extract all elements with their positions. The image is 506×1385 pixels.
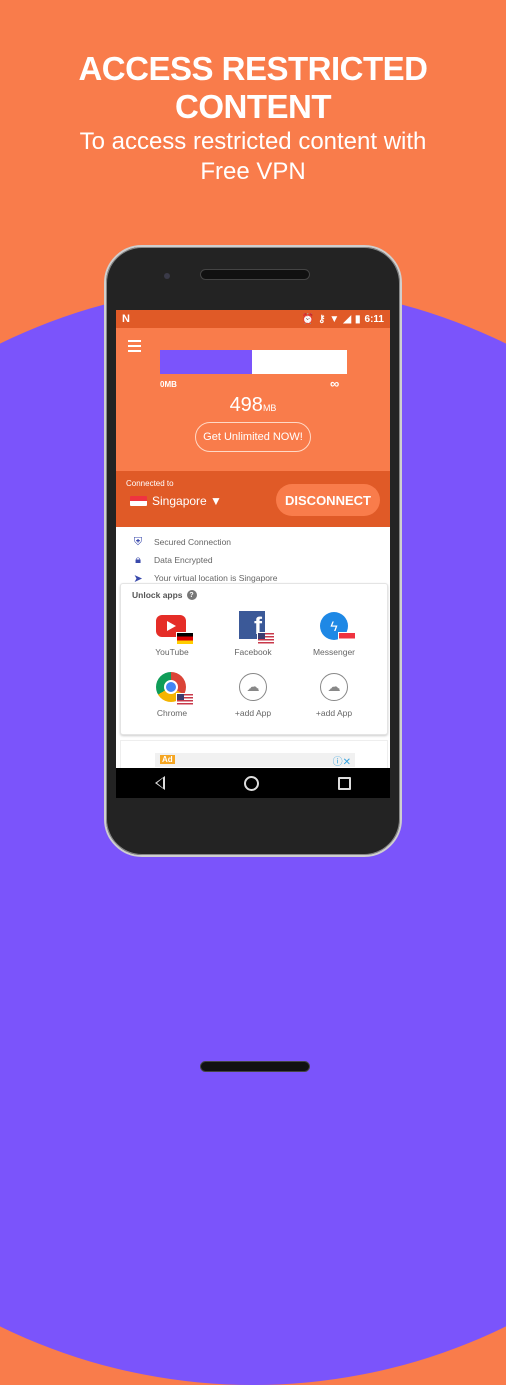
lock-icon: 🔒︎	[135, 553, 141, 566]
status-text: Your virtual location is Singapore	[154, 573, 278, 583]
ad-banner[interactable]: Ad ⓘ✕	[155, 753, 355, 768]
status-text: Data Encrypted	[154, 555, 213, 565]
country-selector[interactable]: Singapore ▼	[130, 494, 222, 508]
usa-flag-icon	[176, 693, 194, 706]
bottom-speaker	[200, 1061, 310, 1072]
germany-flag-icon	[176, 632, 194, 645]
usa-flag-icon	[257, 632, 275, 645]
connected-to-label: Connected to	[126, 479, 174, 488]
battery-icon: ▮	[355, 313, 361, 325]
connection-status-list: ⛨ Secured Connection 🔒︎ Data Encrypted ➤…	[116, 527, 390, 587]
signal-icon: ◢	[343, 313, 352, 325]
usage-value: 498MB	[116, 394, 390, 417]
app-youtube[interactable]: YouTube	[132, 611, 212, 657]
app-label: Facebook	[234, 647, 272, 657]
notification-n-icon: N	[122, 313, 130, 325]
usage-progress-fill	[160, 350, 252, 374]
earpiece-speaker	[200, 269, 310, 280]
app-label: YouTube	[155, 647, 189, 657]
singapore-flag-icon	[130, 496, 147, 506]
add-app-button[interactable]: ☁ +add App	[294, 672, 374, 718]
recent-apps-icon[interactable]	[337, 776, 351, 790]
usage-unit: MB	[262, 403, 277, 413]
menu-icon[interactable]	[128, 340, 141, 355]
cloud-add-icon: ☁	[239, 673, 267, 701]
app-label: +add App	[315, 708, 353, 718]
app-label: Chrome	[156, 708, 188, 718]
get-unlimited-button[interactable]: Get Unlimited NOW!	[195, 422, 311, 452]
alarm-icon: ⏰	[301, 313, 315, 325]
home-icon[interactable]	[243, 775, 259, 791]
usage-panel: 0MB ∞ 498MB Get Unlimited NOW!	[116, 328, 390, 471]
clock: 6:11	[364, 313, 384, 325]
status-bar: N ⏰ ⚷ ▼ ◢ ▮ 6:11	[116, 310, 390, 328]
app-chrome[interactable]: Chrome	[132, 672, 212, 718]
app-facebook[interactable]: f Facebook	[213, 611, 293, 657]
promo-subline: To access restricted content with Free V…	[0, 127, 506, 187]
promo-subline-line1: To access restricted content with	[79, 128, 427, 155]
unlock-apps-card: Unlock apps ? YouTube f Facebook ϟ Messe…	[120, 583, 388, 735]
app-screen: N ⏰ ⚷ ▼ ◢ ▮ 6:11 0MB ∞ 498MB Get Unlimit…	[116, 310, 390, 797]
unlock-apps-label: Unlock apps	[132, 590, 183, 600]
app-label: +add App	[234, 708, 272, 718]
help-icon[interactable]: ?	[186, 590, 197, 600]
ad-badge: Ad	[160, 755, 175, 764]
ad-info-close-icon[interactable]: ⓘ✕	[333, 753, 351, 768]
usage-min-label: 0MB	[160, 380, 177, 389]
back-icon[interactable]	[155, 776, 166, 790]
add-app-button[interactable]: ☁ +add App	[213, 672, 293, 718]
usage-max-label: ∞	[330, 376, 340, 391]
app-messenger[interactable]: ϟ Messenger	[294, 611, 374, 657]
status-item: ⛨ Secured Connection	[132, 533, 390, 551]
shield-icon: ⛨	[133, 535, 143, 548]
status-text: Secured Connection	[154, 537, 232, 547]
promo-headline: ACCESS RESTRICTED CONTENT	[78, 50, 428, 125]
disconnect-button[interactable]: DISCONNECT	[276, 484, 380, 516]
android-nav-bar	[116, 768, 390, 798]
wifi-icon: ▼	[329, 313, 340, 325]
connection-panel: Connected to Singapore ▼ DISCONNECT	[116, 471, 390, 527]
promo-subline-line2: Free VPN	[200, 158, 306, 185]
camera-icon	[164, 273, 170, 279]
unlock-apps-title: Unlock apps ?	[132, 590, 197, 600]
cloud-add-icon: ☁	[320, 673, 348, 701]
singapore-flag-icon	[338, 632, 356, 645]
vpn-key-icon: ⚷	[318, 313, 326, 325]
usage-number: 498	[229, 394, 263, 416]
usage-progress-bar	[160, 350, 347, 374]
app-label: Messenger	[312, 647, 356, 657]
status-item: 🔒︎ Data Encrypted	[132, 551, 390, 569]
country-name: Singapore ▼	[152, 494, 222, 508]
